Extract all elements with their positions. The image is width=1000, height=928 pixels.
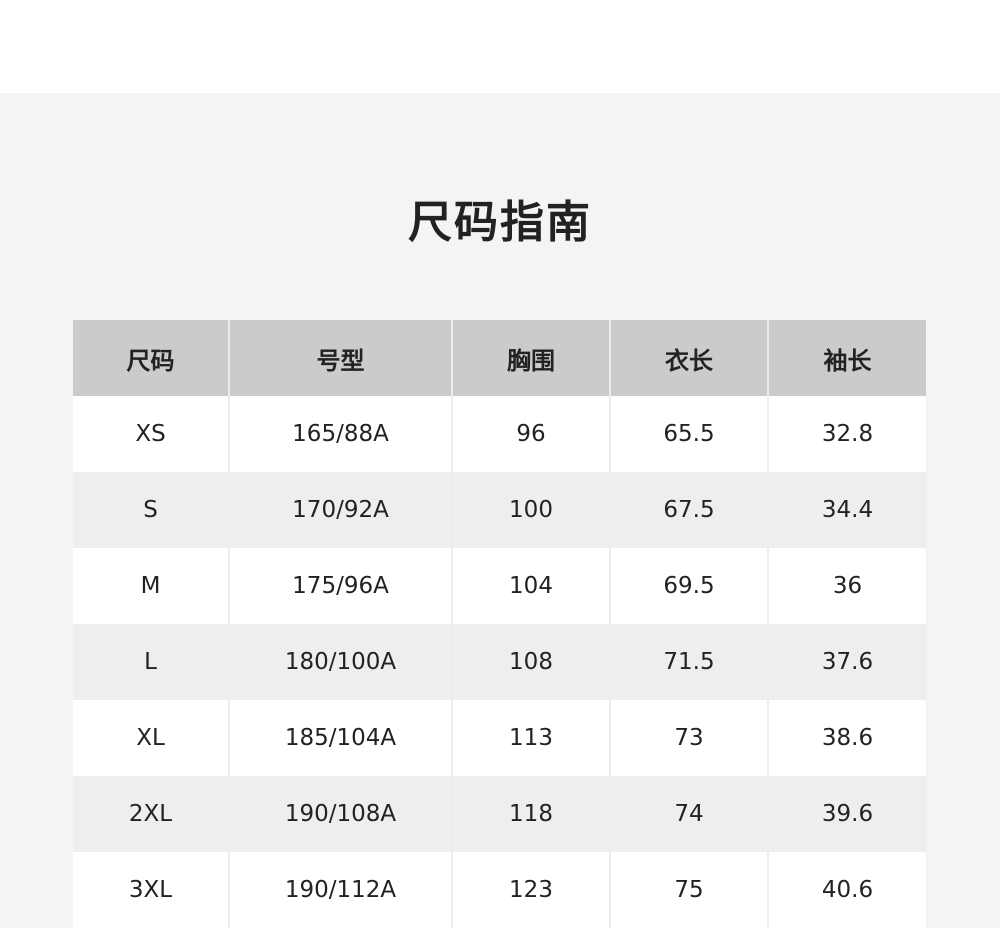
cell-length: 73 xyxy=(610,700,769,776)
table-row: XS 165/88A 96 65.5 32.8 xyxy=(73,396,926,472)
cell-model: 170/92A xyxy=(229,472,453,548)
cell-sleeve: 36 xyxy=(768,548,926,624)
cell-size: XL xyxy=(73,700,230,776)
size-table: 尺码 号型 胸围 衣长 袖长 XS 165/88A 96 65.5 32.8 S… xyxy=(73,320,926,928)
table-header-row: 尺码 号型 胸围 衣长 袖长 xyxy=(73,320,926,396)
cell-model: 190/112A xyxy=(229,852,453,928)
cell-length: 65.5 xyxy=(610,396,769,472)
header-model: 号型 xyxy=(229,320,453,396)
cell-chest: 96 xyxy=(452,396,611,472)
cell-sleeve: 32.8 xyxy=(768,396,926,472)
cell-length: 69.5 xyxy=(610,548,769,624)
cell-size: 3XL xyxy=(73,852,230,928)
header-size: 尺码 xyxy=(73,320,230,396)
table-row: XL 185/104A 113 73 38.6 xyxy=(73,700,926,776)
cell-model: 185/104A xyxy=(229,700,453,776)
cell-chest: 100 xyxy=(452,472,611,548)
cell-size: S xyxy=(73,472,230,548)
table-row: S 170/92A 100 67.5 34.4 xyxy=(73,472,926,548)
cell-sleeve: 39.6 xyxy=(768,776,926,852)
cell-size: 2XL xyxy=(73,776,230,852)
cell-sleeve: 38.6 xyxy=(768,700,926,776)
cell-size: XS xyxy=(73,396,230,472)
cell-sleeve: 40.6 xyxy=(768,852,926,928)
table-row: M 175/96A 104 69.5 36 xyxy=(73,548,926,624)
cell-size: L xyxy=(73,624,230,700)
cell-chest: 104 xyxy=(452,548,611,624)
cell-chest: 113 xyxy=(452,700,611,776)
cell-length: 75 xyxy=(610,852,769,928)
cell-chest: 108 xyxy=(452,624,611,700)
table-row: 2XL 190/108A 118 74 39.6 xyxy=(73,776,926,852)
cell-length: 74 xyxy=(610,776,769,852)
top-band xyxy=(0,0,1000,93)
cell-length: 67.5 xyxy=(610,472,769,548)
cell-model: 175/96A xyxy=(229,548,453,624)
header-sleeve: 袖长 xyxy=(768,320,926,396)
cell-length: 71.5 xyxy=(610,624,769,700)
cell-model: 165/88A xyxy=(229,396,453,472)
cell-size: M xyxy=(73,548,230,624)
table-row: L 180/100A 108 71.5 37.6 xyxy=(73,624,926,700)
cell-sleeve: 37.6 xyxy=(768,624,926,700)
cell-model: 180/100A xyxy=(229,624,453,700)
cell-chest: 118 xyxy=(452,776,611,852)
cell-sleeve: 34.4 xyxy=(768,472,926,548)
cell-model: 190/108A xyxy=(229,776,453,852)
cell-chest: 123 xyxy=(452,852,611,928)
header-chest: 胸围 xyxy=(452,320,611,396)
table-row: 3XL 190/112A 123 75 40.6 xyxy=(73,852,926,928)
size-guide-panel: 尺码指南 尺码 号型 胸围 衣长 袖长 XS 165/88A 96 65.5 3… xyxy=(0,93,1000,928)
page-title: 尺码指南 xyxy=(408,197,592,248)
header-length: 衣长 xyxy=(610,320,769,396)
